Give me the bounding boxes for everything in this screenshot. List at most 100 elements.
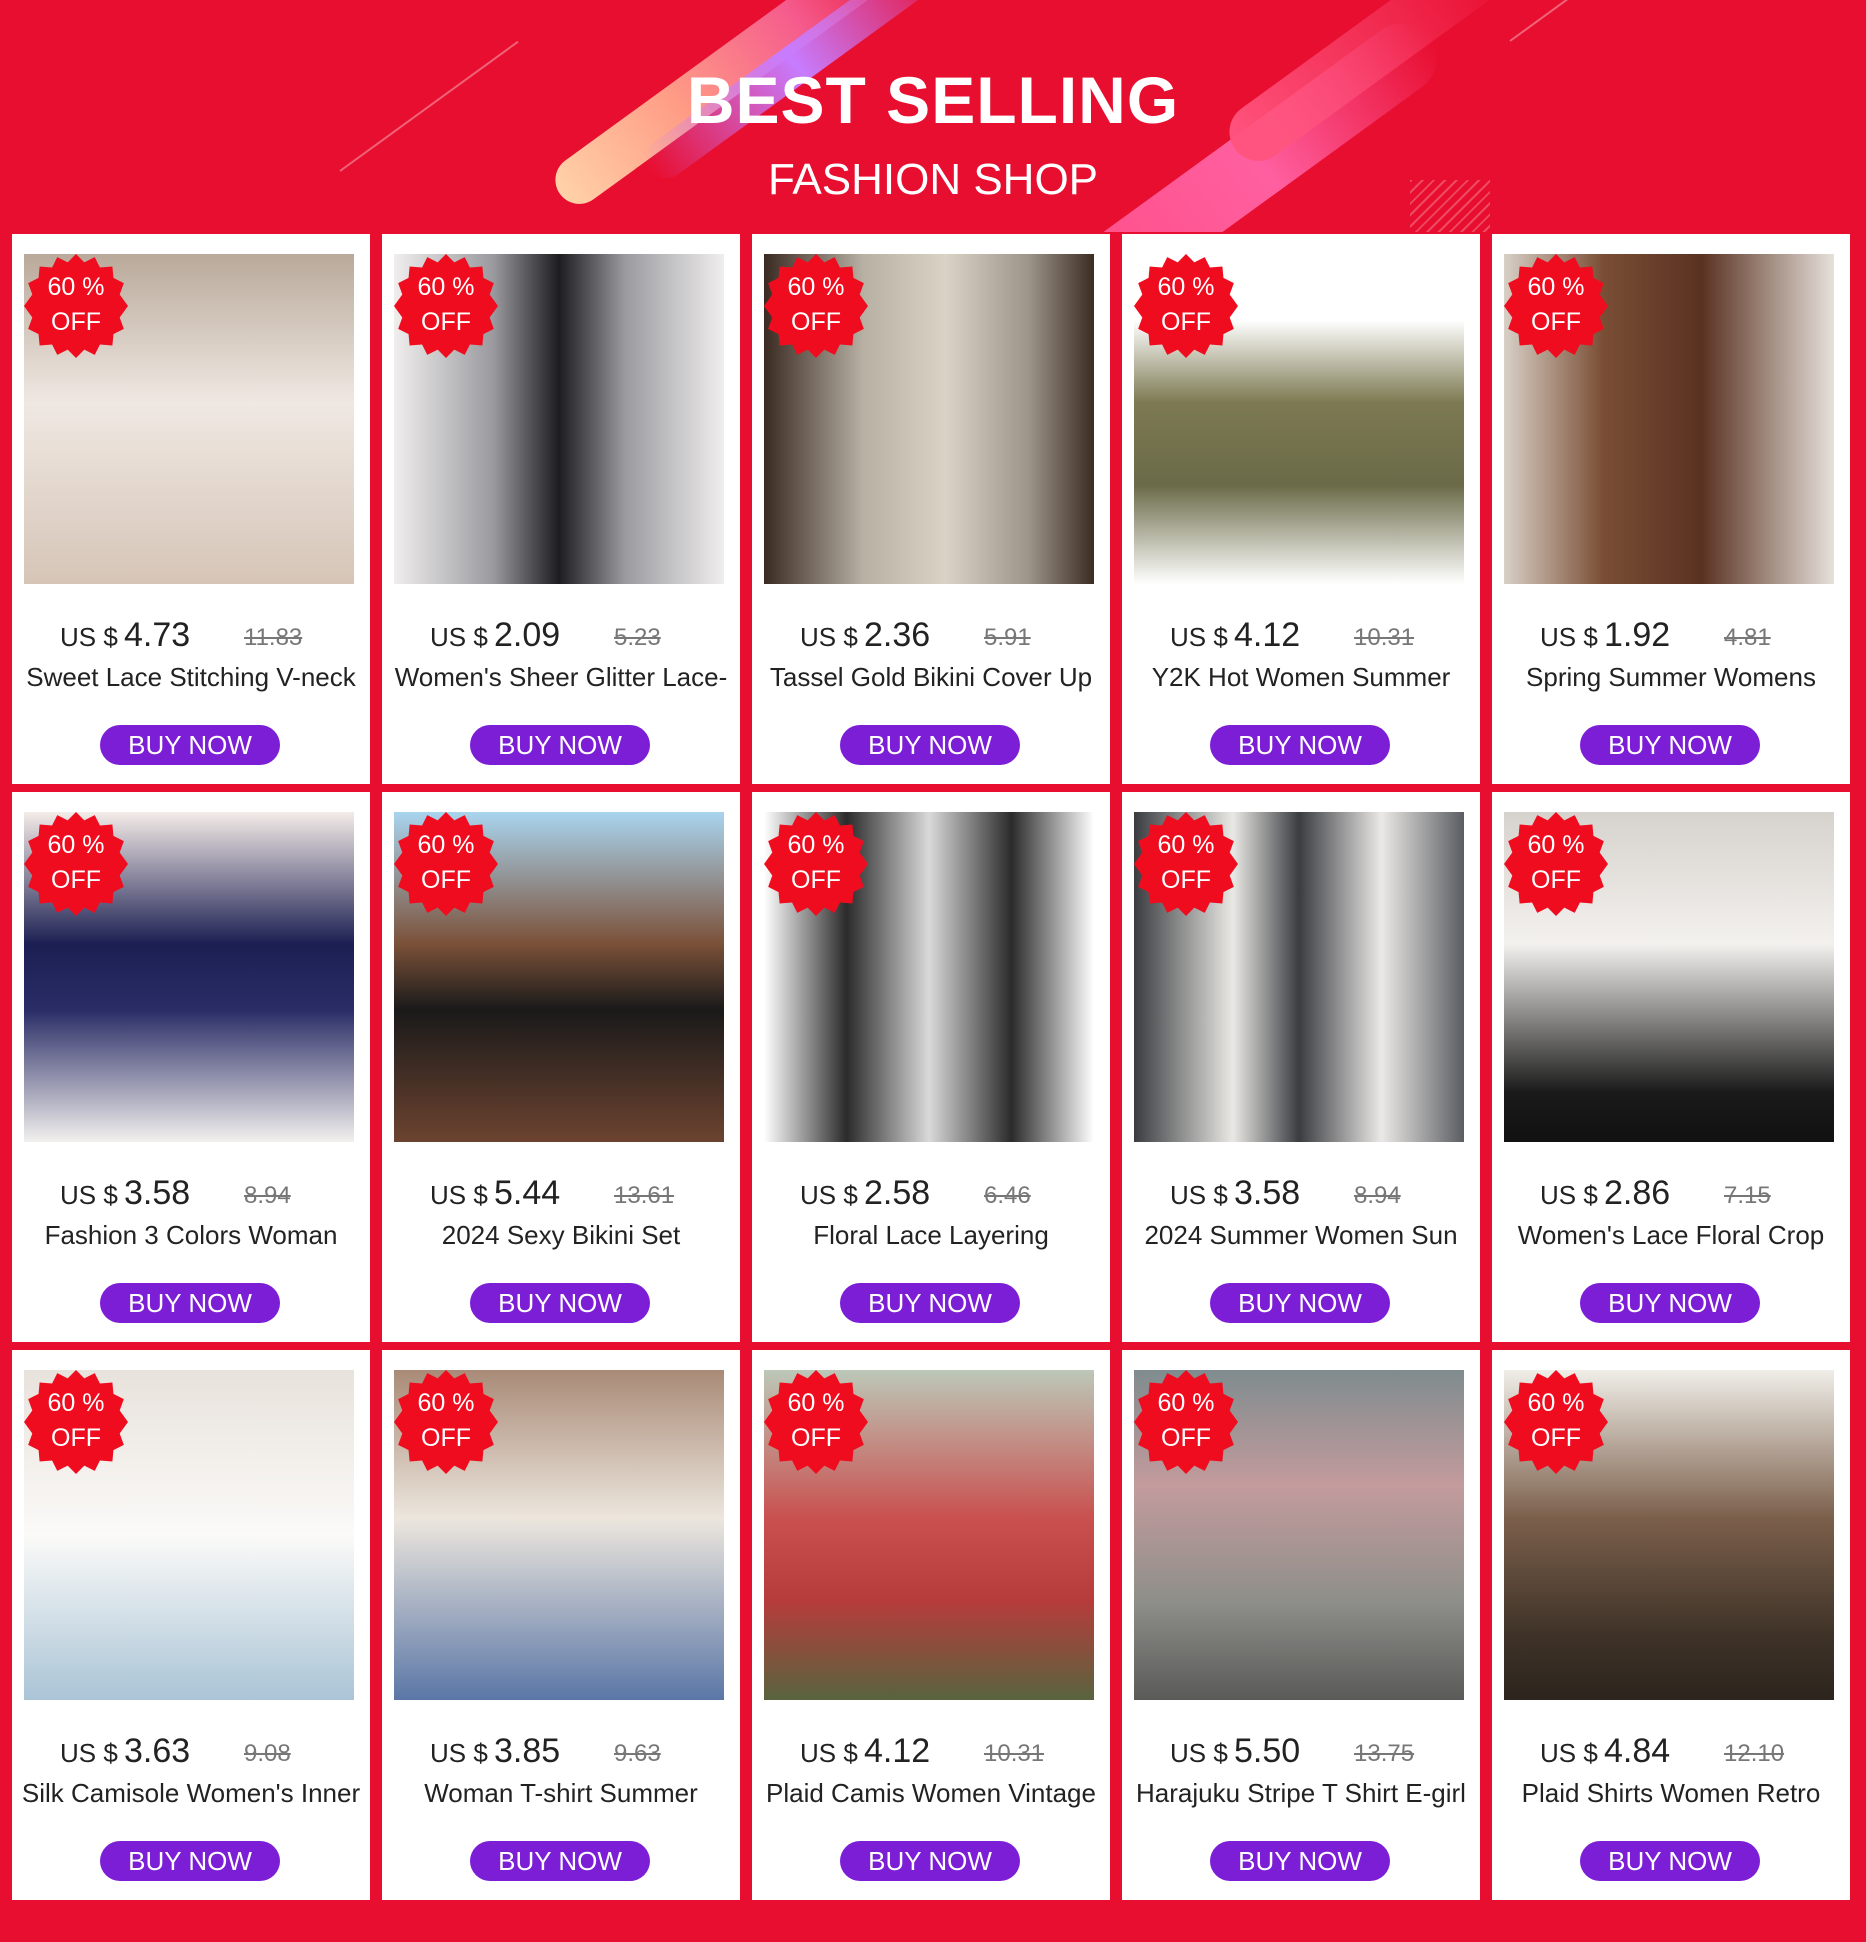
product-card[interactable]: 60 % OFF US $ 5.50 13.75 Harajuku Stripe … [1122, 1350, 1480, 1900]
product-title[interactable]: Women's Sheer Glitter Lace- [382, 662, 740, 696]
sale-price: 2.86 [1604, 1174, 1671, 1212]
buy-now-button[interactable]: BUY NOW [840, 725, 1020, 765]
discount-badge: 60 % OFF [1134, 254, 1238, 358]
currency-label: US $ [430, 1738, 488, 1768]
currency-label: US $ [800, 1738, 858, 1768]
decorative-line [1509, 0, 1641, 42]
sale-price: 3.85 [494, 1732, 561, 1770]
product-card[interactable]: 60 % OFF US $ 2.36 5.91 Tassel Gold Bikin… [752, 234, 1110, 784]
price-row: US $ 2.36 5.91 [752, 612, 1110, 656]
buy-now-button[interactable]: BUY NOW [840, 1841, 1020, 1881]
product-card[interactable]: 60 % OFF US $ 5.44 13.61 2024 Sexy Bikini… [382, 792, 740, 1342]
product-card[interactable]: 60 % OFF US $ 2.58 6.46 Floral Lace Layer… [752, 792, 1110, 1342]
discount-badge: 60 % OFF [764, 812, 868, 916]
product-card[interactable]: 60 % OFF US $ 3.85 9.63 Woman T-shirt Sum… [382, 1350, 740, 1900]
product-card[interactable]: 60 % OFF US $ 4.12 10.31 Plaid Camis Wome… [752, 1350, 1110, 1900]
buy-now-button[interactable]: BUY NOW [840, 1283, 1020, 1323]
product-title[interactable]: Woman T-shirt Summer [382, 1778, 740, 1812]
original-price: 13.75 [1354, 1740, 1415, 1767]
product-title[interactable]: Plaid Camis Women Vintage [752, 1778, 1110, 1812]
currency-label: US $ [1540, 622, 1598, 652]
product-card[interactable]: 60 % OFF US $ 4.84 12.10 Plaid Shirts Wom… [1492, 1350, 1850, 1900]
currency-label: US $ [800, 1180, 858, 1210]
product-title[interactable]: Harajuku Stripe T Shirt E-girl [1122, 1778, 1480, 1812]
product-title[interactable]: 2024 Sexy Bikini Set [382, 1220, 740, 1254]
sale-price: 4.84 [1604, 1732, 1671, 1770]
sale-price: 1.92 [1604, 616, 1671, 654]
original-price: 8.94 [1354, 1182, 1401, 1209]
product-title[interactable]: Floral Lace Layering [752, 1220, 1110, 1254]
buy-now-button[interactable]: BUY NOW [100, 1283, 280, 1323]
product-title[interactable]: Women's Lace Floral Crop [1492, 1220, 1850, 1254]
currency-label: US $ [430, 1180, 488, 1210]
product-card[interactable]: 60 % OFF US $ 3.58 8.94 Fashion 3 Colors … [12, 792, 370, 1342]
product-title[interactable]: 2024 Summer Women Sun [1122, 1220, 1480, 1254]
buy-now-button[interactable]: BUY NOW [1210, 1841, 1390, 1881]
product-title[interactable]: Silk Camisole Women's Inner [12, 1778, 370, 1812]
currency-label: US $ [800, 622, 858, 652]
product-card[interactable]: 60 % OFF US $ 2.86 7.15 Women's Lace Flor… [1492, 792, 1850, 1342]
original-price: 12.10 [1724, 1740, 1785, 1767]
product-title[interactable]: Spring Summer Womens [1492, 662, 1850, 696]
original-price: 5.91 [984, 624, 1031, 651]
discount-badge: 60 % OFF [394, 812, 498, 916]
discount-badge: 60 % OFF [764, 1370, 868, 1474]
product-title[interactable]: Plaid Shirts Women Retro [1492, 1778, 1850, 1812]
original-price: 9.63 [614, 1740, 661, 1767]
discount-badge: 60 % OFF [1134, 812, 1238, 916]
buy-now-button[interactable]: BUY NOW [1580, 1283, 1760, 1323]
currency-label: US $ [1540, 1738, 1598, 1768]
buy-now-button[interactable]: BUY NOW [100, 725, 280, 765]
product-title[interactable]: Fashion 3 Colors Woman [12, 1220, 370, 1254]
currency-label: US $ [1170, 1180, 1228, 1210]
price-row: US $ 2.09 5.23 [382, 612, 740, 656]
sale-price: 4.73 [124, 616, 191, 654]
buy-now-button[interactable]: BUY NOW [1210, 725, 1390, 765]
product-card[interactable]: 60 % OFF US $ 4.12 10.31 Y2K Hot Women Su… [1122, 234, 1480, 784]
original-price: 10.31 [1354, 624, 1415, 651]
buy-now-button[interactable]: BUY NOW [1580, 1841, 1760, 1881]
currency-label: US $ [1170, 622, 1228, 652]
currency-label: US $ [60, 622, 118, 652]
buy-now-button[interactable]: BUY NOW [470, 725, 650, 765]
price-row: US $ 3.85 9.63 [382, 1728, 740, 1772]
product-card[interactable]: 60 % OFF US $ 4.73 11.83 Sweet Lace Stitc… [12, 234, 370, 784]
sale-price: 3.58 [124, 1174, 191, 1212]
product-card[interactable]: 60 % OFF US $ 2.09 5.23 Women's Sheer Gli… [382, 234, 740, 784]
currency-label: US $ [430, 622, 488, 652]
buy-now-button[interactable]: BUY NOW [1210, 1283, 1390, 1323]
original-price: 8.94 [244, 1182, 291, 1209]
price-row: US $ 4.12 10.31 [1122, 612, 1480, 656]
page-subtitle: FASHION SHOP [767, 155, 1099, 204]
buy-now-button[interactable]: BUY NOW [100, 1841, 280, 1881]
product-card[interactable]: 60 % OFF US $ 3.63 9.08 Silk Camisole Wom… [12, 1350, 370, 1900]
discount-badge: 60 % OFF [1504, 812, 1608, 916]
product-title[interactable]: Tassel Gold Bikini Cover Up [752, 662, 1110, 696]
product-card[interactable]: 60 % OFF US $ 1.92 4.81 Spring Summer Wom… [1492, 234, 1850, 784]
sale-price: 5.44 [494, 1174, 561, 1212]
original-price: 9.08 [244, 1740, 291, 1767]
product-card[interactable]: 60 % OFF US $ 3.58 8.94 2024 Summer Women… [1122, 792, 1480, 1342]
page-title: BEST SELLING [686, 63, 1180, 137]
sale-price: 4.12 [864, 1732, 931, 1770]
discount-badge: 60 % OFF [1134, 1370, 1238, 1474]
original-price: 13.61 [614, 1182, 675, 1209]
product-title[interactable]: Y2K Hot Women Summer [1122, 662, 1480, 696]
sale-price: 2.36 [864, 616, 931, 654]
discount-badge: 60 % OFF [394, 1370, 498, 1474]
currency-label: US $ [1540, 1180, 1598, 1210]
original-price: 11.83 [244, 624, 303, 651]
price-row: US $ 2.58 6.46 [752, 1170, 1110, 1214]
sale-price: 3.58 [1234, 1174, 1301, 1212]
sale-price: 4.12 [1234, 616, 1301, 654]
price-row: US $ 4.73 11.83 [12, 612, 370, 656]
product-title[interactable]: Sweet Lace Stitching V-neck [12, 662, 370, 696]
price-row: US $ 2.86 7.15 [1492, 1170, 1850, 1214]
buy-now-button[interactable]: BUY NOW [1580, 725, 1760, 765]
original-price: 7.15 [1724, 1182, 1771, 1209]
discount-badge: 60 % OFF [24, 254, 128, 358]
price-row: US $ 3.63 9.08 [12, 1728, 370, 1772]
price-row: US $ 4.84 12.10 [1492, 1728, 1850, 1772]
buy-now-button[interactable]: BUY NOW [470, 1841, 650, 1881]
buy-now-button[interactable]: BUY NOW [470, 1283, 650, 1323]
